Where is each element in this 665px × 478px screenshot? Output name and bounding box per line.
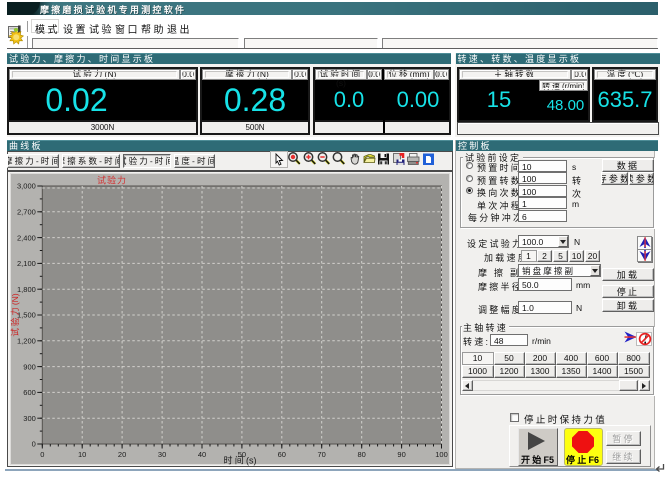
svg-text:60: 60 [278,450,286,459]
svg-text:试验力(N): 试验力(N) [10,293,20,336]
svg-text:80: 80 [358,450,366,459]
svg-text:3,000: 3,000 [17,182,36,191]
svg-text:600: 600 [23,388,36,397]
svg-text:时间(s): 时间(s) [224,455,257,466]
svg-text:100: 100 [435,450,448,459]
svg-text:10: 10 [78,450,86,459]
svg-text:40: 40 [198,450,206,459]
svg-text:2,400: 2,400 [17,233,36,242]
svg-text:0: 0 [40,450,44,459]
svg-text:1,800: 1,800 [17,285,36,294]
svg-text:2,100: 2,100 [17,259,36,268]
svg-text:300: 300 [23,414,36,423]
svg-text:70: 70 [318,450,326,459]
svg-text:20: 20 [118,450,126,459]
svg-text:900: 900 [23,362,36,371]
svg-text:1,200: 1,200 [17,337,36,346]
svg-text:2,700: 2,700 [17,208,36,217]
svg-text:30: 30 [158,450,166,459]
svg-text:90: 90 [397,450,405,459]
svg-text:0: 0 [32,440,36,449]
svg-text:试验力: 试验力 [97,175,127,186]
